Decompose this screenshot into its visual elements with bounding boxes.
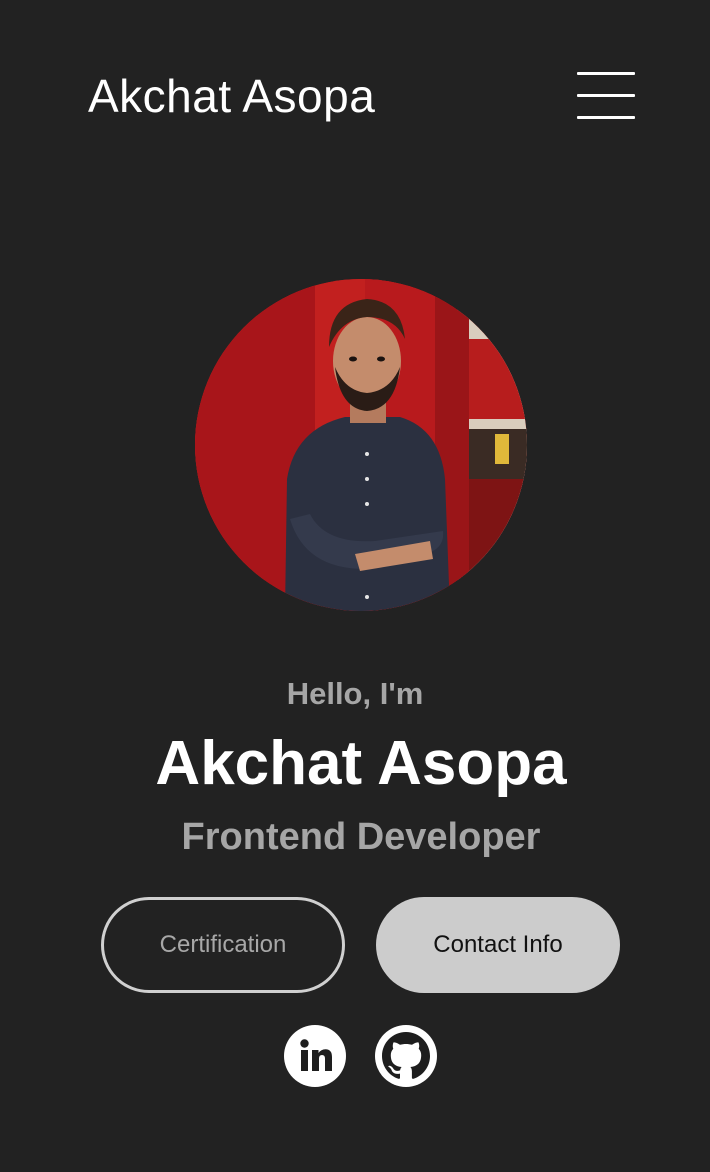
profile-name: Akchat Asopa xyxy=(155,729,567,798)
linkedin-glyph xyxy=(300,1039,332,1071)
github-glyph xyxy=(382,1032,430,1079)
profile-photo-illustration xyxy=(195,279,527,611)
contact-info-button[interactable]: Contact Info xyxy=(376,897,620,993)
github-icon[interactable] xyxy=(375,1025,437,1087)
certification-button[interactable]: Certification xyxy=(101,897,345,993)
greeting-text: Hello, I'm xyxy=(286,676,424,711)
menu-bar-top xyxy=(577,72,635,75)
menu-bar-bottom xyxy=(577,116,635,119)
profile-role: Frontend Developer xyxy=(181,816,541,858)
site-logo[interactable]: Akchat Asopa xyxy=(88,66,375,126)
linkedin-icon[interactable] xyxy=(284,1025,346,1087)
profile-photo xyxy=(195,279,527,611)
hamburger-menu-icon[interactable] xyxy=(577,72,635,120)
menu-bar-middle xyxy=(577,94,635,97)
site-header: Akchat Asopa xyxy=(0,0,710,190)
